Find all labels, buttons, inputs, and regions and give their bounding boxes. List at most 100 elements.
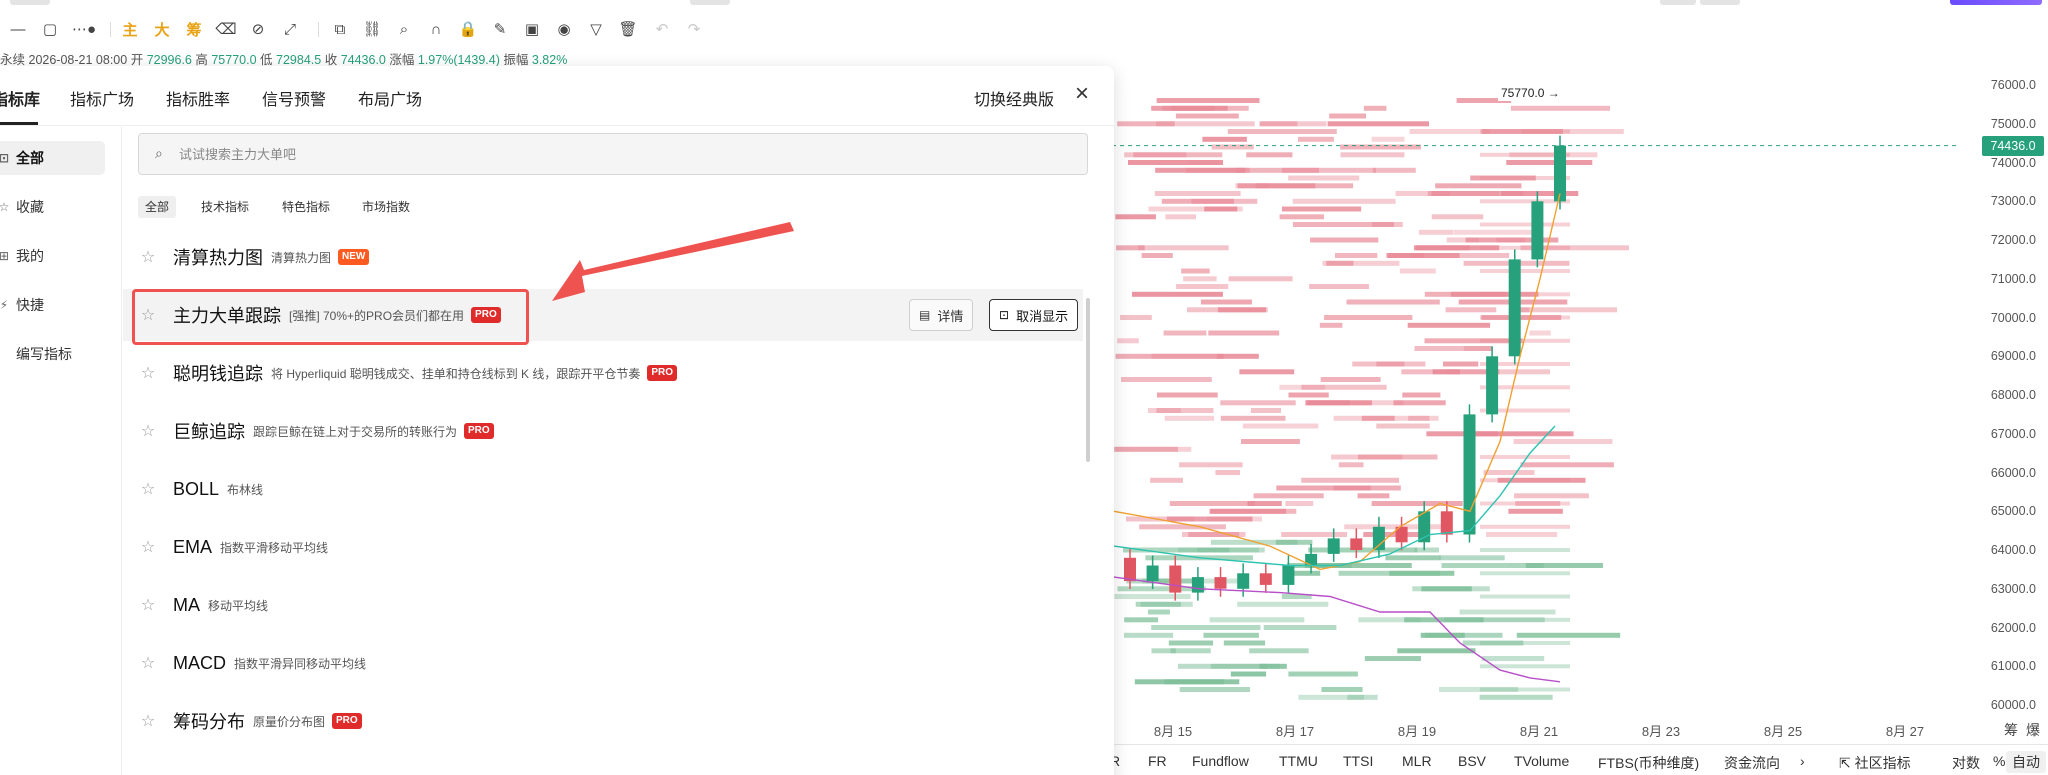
heatmap-bar <box>1115 446 1192 452</box>
heatmap-bar <box>1463 346 1493 351</box>
heatmap-bar <box>1281 532 1348 537</box>
tab-mlr[interactable]: MLR <box>1402 753 1432 769</box>
price-axis[interactable]: 76000.0 75000.0 74000.0 73000.0 72000.0 71000… <box>1960 55 2048 715</box>
minus-line-icon[interactable]: — <box>5 14 31 44</box>
heatmap-bar <box>1404 617 1484 623</box>
tab-indicator-square[interactable]: 指标广场 <box>70 86 134 110</box>
price-tick-label: 62000.0 <box>1990 620 2036 635</box>
favorite-star-icon[interactable]: ☆ <box>123 363 173 383</box>
heatmap-bar <box>1177 663 1268 669</box>
favorite-star-icon[interactable]: ☆ <box>123 421 173 441</box>
tab-tvolume[interactable]: TVolume <box>1514 753 1569 769</box>
tab-fr[interactable]: FR <box>1148 753 1167 769</box>
filter-market-index[interactable]: 市场指数 <box>355 196 417 218</box>
chip-corner-label[interactable]: 筹 <box>2004 720 2018 740</box>
heatmap-band <box>1480 431 1570 436</box>
favorite-star-icon[interactable]: ☆ <box>123 711 173 731</box>
tab-fund-flow-cn[interactable]: 资金流向 <box>1724 753 1780 773</box>
favorite-star-icon[interactable]: ☆ <box>123 653 173 673</box>
heatmap-bar <box>1510 105 1610 111</box>
filter-icon[interactable]: ▽ <box>583 14 609 44</box>
percent-scale-toggle[interactable]: % <box>1993 753 2005 769</box>
tab-layout-square[interactable]: 布局广场 <box>358 86 422 110</box>
heatmap-bar <box>1435 183 1522 189</box>
filter-featured[interactable]: 特色指标 <box>275 196 337 218</box>
dotted-arrow-icon[interactable]: ⋯● <box>71 14 97 44</box>
indicator-row[interactable]: ☆ 聪明钱追踪将 Hyperliquid 聪明钱成交、挂单和持仓线标到 K 线，跟… <box>123 347 1083 399</box>
date-tick-label: 8月 27 <box>1885 724 1925 739</box>
indicator-row[interactable]: ☆ MA 移动平均线 <box>123 579 1083 631</box>
magnet-icon[interactable]: ∩ <box>423 14 449 44</box>
ruler-icon[interactable]: ⊘ <box>245 14 271 44</box>
sidebar-item-mine[interactable]: ⊞ 我的 <box>0 239 105 273</box>
tab-signal-alert[interactable]: 信号预警 <box>262 86 326 110</box>
liquidation-corner-label[interactable]: 爆 <box>2026 720 2040 740</box>
search-input[interactable] <box>179 134 1069 174</box>
tab-indicator-library[interactable]: 指标库 <box>0 86 40 110</box>
indicator-row[interactable]: ☆ MACD 指数平滑异同移动平均线 <box>123 637 1083 689</box>
heatmap-bar <box>1387 253 1460 258</box>
tab-ttmu[interactable]: TTMU <box>1279 753 1318 769</box>
hide-indicator-button[interactable]: ⊡ 取消显示 <box>989 299 1079 331</box>
zoom-icon[interactable]: ⌕ <box>391 14 417 44</box>
main-chart-icon[interactable]: 主 <box>117 14 143 44</box>
candle-body <box>1124 557 1136 582</box>
trash-icon[interactable]: 🗑 <box>615 14 641 44</box>
detail-button[interactable]: ▤ 详情 <box>909 299 974 331</box>
auto-scale-toggle[interactable]: 自动 <box>2006 751 2046 773</box>
price-tick-label: 64000.0 <box>1990 543 2036 557</box>
indicator-row[interactable]: ☆ EMA 指数平滑移动平均线 <box>123 521 1083 573</box>
large-icon[interactable]: 大 <box>149 14 175 44</box>
sidebar-item-all[interactable]: ⊡ 全部 <box>0 141 105 175</box>
heatmap-bar <box>1259 121 1298 127</box>
heatmap-bar <box>1151 625 1261 630</box>
log-scale-toggle[interactable]: 对数 <box>1952 753 1980 773</box>
indicator-row[interactable]: ☆ 清算热力图 清算热力图 NEW <box>123 231 1083 283</box>
heatmap-bar <box>1156 408 1214 413</box>
copy-icon[interactable]: ⧉ <box>327 14 353 44</box>
community-indicators-button[interactable]: ⇱ 社区指标 <box>1839 753 1911 773</box>
tab-ftbs[interactable]: FTBS(币种维度) <box>1598 753 1699 773</box>
favorite-star-icon[interactable]: ☆ <box>123 595 173 615</box>
link-icon[interactable]: ⛓ <box>359 14 385 44</box>
sidebar-item-write-indicator[interactable]: 编写指标 <box>0 337 105 371</box>
heatmap-bar <box>1292 198 1396 204</box>
indicator-row[interactable]: ☆ 筹码分布 原量价分布图 PRO <box>123 695 1083 747</box>
tab-fundflow[interactable]: Fundflow <box>1192 753 1249 769</box>
eye-icon[interactable]: ◉ <box>551 14 577 44</box>
image-icon[interactable]: ▣ <box>519 14 545 44</box>
chip-icon[interactable]: 筹 <box>181 14 207 44</box>
open-value: 72996.6 <box>146 53 192 67</box>
indicator-row[interactable]: ☆ 巨鲸追踪 跟踪巨鲸在链上对于交易所的转账行为 PRO <box>123 405 1083 457</box>
favorite-star-icon[interactable]: ☆ <box>123 247 173 267</box>
tab-bsv[interactable]: BSV <box>1458 753 1486 769</box>
top-accent-button[interactable] <box>1950 0 2042 5</box>
measure-icon[interactable]: ⤢ <box>277 14 303 44</box>
top-tab-edge <box>690 0 730 5</box>
more-tabs-chevron-icon[interactable]: › <box>1800 753 1805 769</box>
tab-ttsi[interactable]: TTSI <box>1343 753 1373 769</box>
heatmap-bar <box>1220 415 1286 421</box>
lock-icon[interactable]: 🔒 <box>455 14 481 44</box>
tab-indicator-winrate[interactable]: 指标胜率 <box>166 86 230 110</box>
favorite-star-icon[interactable]: ☆ <box>123 537 173 557</box>
indicator-description: 移动平均线 <box>208 598 269 613</box>
eraser-icon[interactable]: ⌫ <box>213 14 239 44</box>
sidebar-item-shortcut[interactable]: ⚡ 快捷 <box>0 288 105 322</box>
close-icon[interactable]: × <box>1064 76 1100 112</box>
heatmap-band <box>1480 222 1570 227</box>
sidebar-item-favorites[interactable]: ☆ 收藏 <box>0 190 105 224</box>
indicator-row[interactable]: ☆ BOLL 布林线 <box>123 463 1083 515</box>
list-scrollbar[interactable] <box>1086 298 1090 462</box>
filter-technical[interactable]: 技术指标 <box>194 196 256 218</box>
filter-all[interactable]: 全部 <box>138 196 177 218</box>
rectangle-icon[interactable]: ▢ <box>37 14 63 44</box>
heatmap-bar <box>1154 191 1241 196</box>
pen-icon[interactable]: ✎ <box>487 14 513 44</box>
indicator-description: 布林线 <box>227 482 264 497</box>
undo-icon[interactable]: ↶ <box>649 14 675 44</box>
switch-classic-button[interactable]: 切换经典版 <box>974 86 1054 110</box>
favorite-star-icon[interactable]: ☆ <box>123 479 173 499</box>
heatmap-bar <box>1230 671 1267 677</box>
redo-icon[interactable]: ↷ <box>681 14 707 44</box>
